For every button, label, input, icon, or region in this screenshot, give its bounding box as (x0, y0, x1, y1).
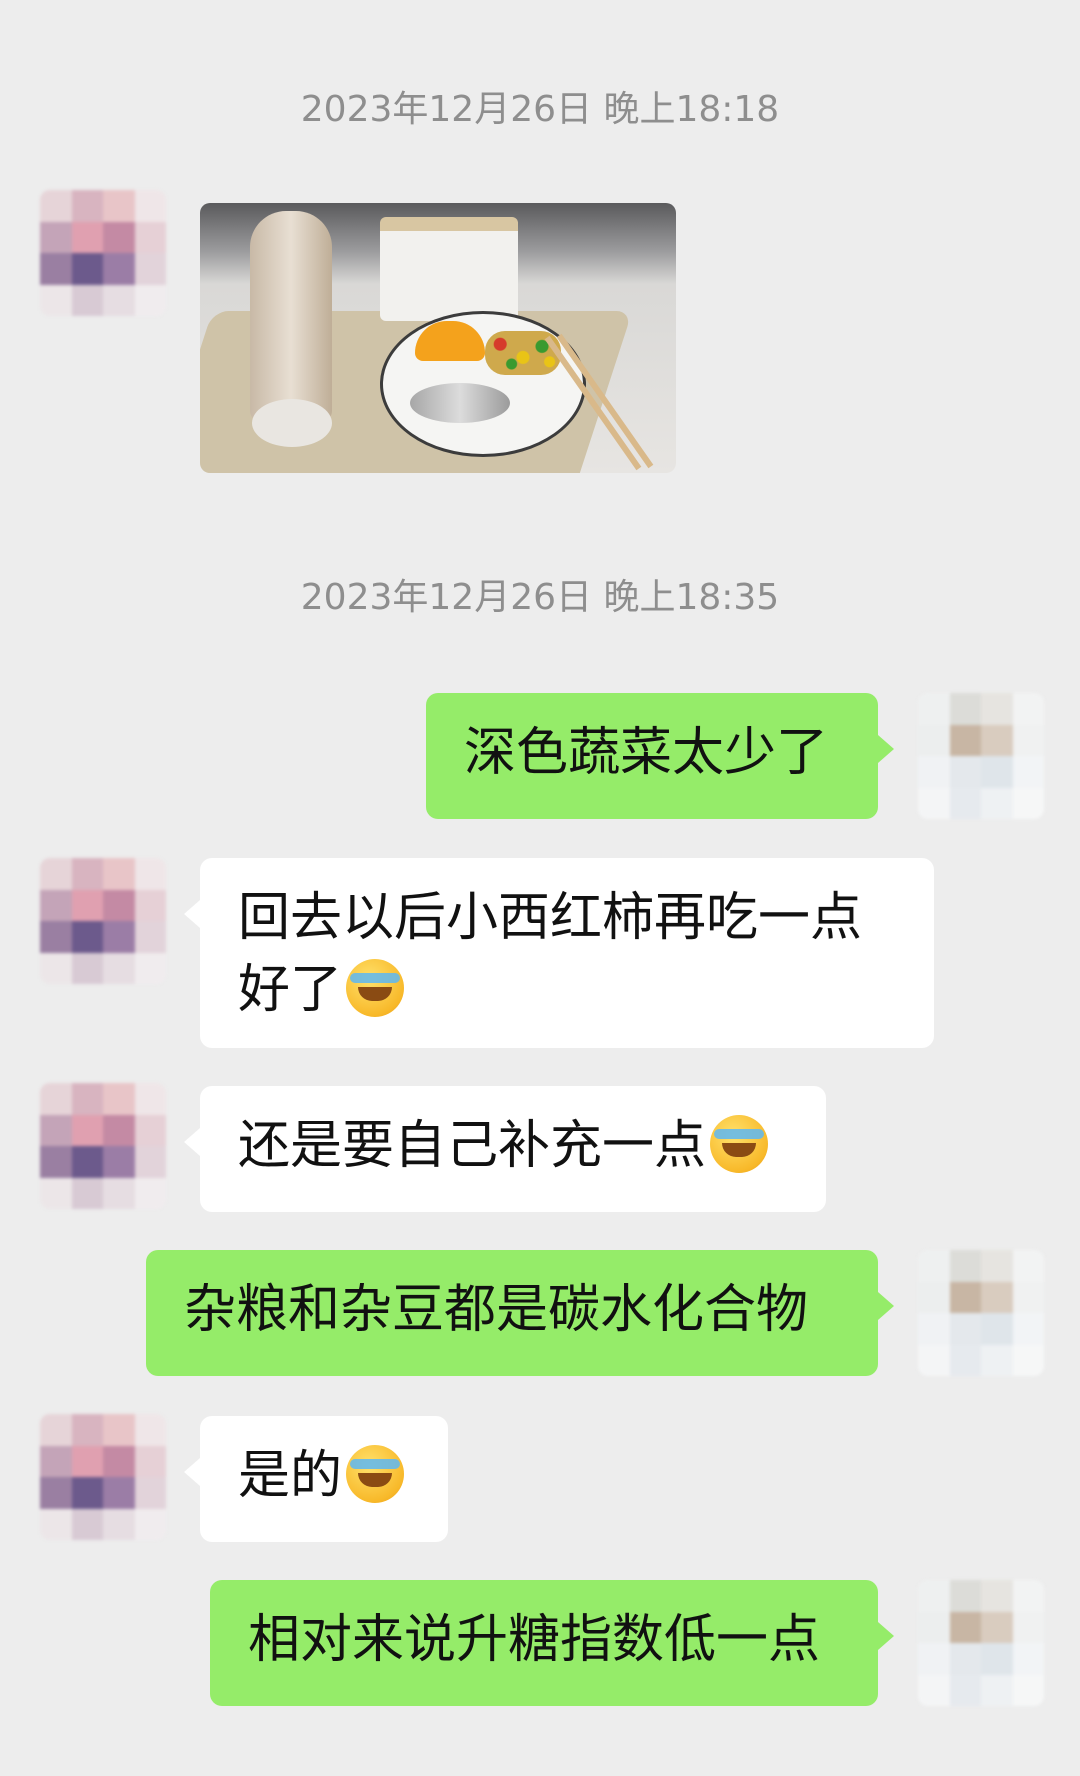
message-text-line: 回去以后小西红柿再吃一点 (238, 888, 863, 948)
avatar[interactable] (40, 1414, 166, 1540)
facepalm-emoji-icon (346, 959, 405, 1017)
fish (410, 383, 510, 423)
message-text: 深色蔬菜太少了 (464, 723, 829, 783)
message-bubble-self[interactable]: 杂粮和杂豆都是碳水化合物 (146, 1250, 894, 1376)
message-bubble-other[interactable]: 回去以后小西红柿再吃一点 好了 (184, 858, 934, 1048)
timestamp: 2023年12月26日 晚上18:35 (300, 577, 780, 618)
facepalm-emoji-icon (710, 1115, 769, 1173)
glass-base (252, 399, 332, 447)
avatar[interactable] (40, 190, 166, 316)
message-text-line: 好了 (238, 954, 896, 1026)
food-photo[interactable] (200, 203, 676, 473)
message-text: 相对来说升糖指数低一点 (248, 1610, 821, 1670)
message-bubble-self[interactable]: 深色蔬菜太少了 (426, 693, 894, 819)
message-text: 是的 (238, 1446, 343, 1506)
avatar-self[interactable] (918, 693, 1044, 819)
avatar-self[interactable] (918, 1580, 1044, 1706)
message-text: 杂粮和杂豆都是碳水化合物 (184, 1280, 809, 1340)
timestamp: 2023年12月26日 晚上18:18 (300, 89, 780, 130)
message-text: 还是要自己补充一点 (238, 1116, 707, 1176)
avatar[interactable] (40, 1083, 166, 1209)
message-bubble-other[interactable]: 还是要自己补充一点 (184, 1086, 826, 1212)
message-text: 好了 (238, 960, 343, 1020)
avatar-self[interactable] (918, 1250, 1044, 1376)
avatar[interactable] (40, 858, 166, 984)
milkshake-glass (250, 211, 332, 421)
plate (380, 311, 586, 457)
tissue-box (380, 217, 518, 321)
message-bubble-other[interactable]: 是的 (184, 1416, 448, 1542)
message-bubble-self[interactable]: 相对来说升糖指数低一点 (210, 1580, 894, 1706)
facepalm-emoji-icon (346, 1445, 405, 1503)
